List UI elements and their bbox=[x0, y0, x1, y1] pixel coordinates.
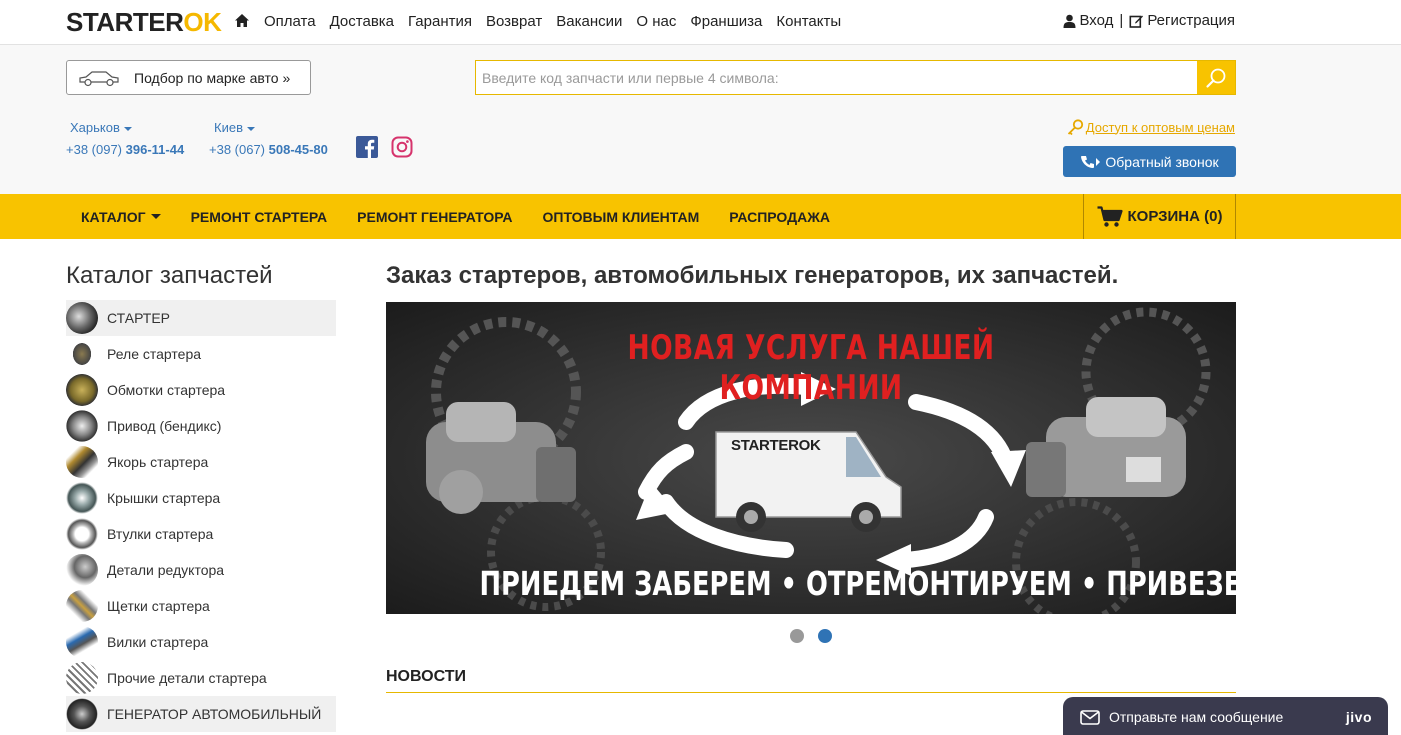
city-select-kyiv[interactable]: Киев bbox=[214, 120, 255, 135]
page-title: Заказ стартеров, автомобильных генератор… bbox=[386, 262, 1119, 289]
home-icon[interactable] bbox=[234, 13, 250, 29]
solenoid-thumbnail bbox=[66, 338, 98, 370]
auth-links: Вход | Регистрация bbox=[1063, 12, 1235, 29]
slider-dot-1[interactable] bbox=[790, 629, 804, 643]
catalog-item-covers[interactable]: Крышки стартера bbox=[66, 480, 336, 516]
catalog-item-bendix[interactable]: Привод (бендикс) bbox=[66, 408, 336, 444]
catalog-list: СТАРТЕР Реле стартера Обмотки стартера П… bbox=[66, 300, 336, 732]
wholesale-prices-link[interactable]: Доступ к оптовым ценам bbox=[1067, 119, 1235, 135]
chat-label: Отправьте нам сообщение bbox=[1109, 709, 1284, 725]
facebook-icon[interactable] bbox=[356, 136, 378, 158]
user-icon bbox=[1063, 14, 1076, 28]
phone-kharkiv[interactable]: +38 (097) 396-11-44 bbox=[66, 142, 184, 157]
nav-starter-repair[interactable]: РЕМОНТ СТАРТЕРА bbox=[176, 209, 343, 225]
promo-banner[interactable]: НОВАЯ УСЛУГА НАШЕЙ КОМПАНИИ STARTEROK ПР… bbox=[386, 302, 1236, 614]
nav-generator-repair[interactable]: РЕМОНТ ГЕНЕРАТОРА bbox=[342, 209, 527, 225]
cart-icon bbox=[1097, 205, 1123, 227]
envelope-icon bbox=[1080, 709, 1100, 725]
topnav-link-delivery[interactable]: Доставка bbox=[330, 13, 394, 30]
city-select-kharkiv[interactable]: Харьков bbox=[70, 120, 132, 135]
bendix-thumbnail bbox=[66, 410, 98, 442]
news-heading: НОВОСТИ bbox=[386, 668, 1236, 693]
register-link[interactable]: Регистрация bbox=[1147, 12, 1235, 29]
nav-catalog[interactable]: КАТАЛОГ bbox=[66, 209, 176, 225]
topnav-link-contacts[interactable]: Контакты bbox=[776, 13, 841, 30]
topnav-link-vacancies[interactable]: Вакансии bbox=[556, 13, 622, 30]
header: Подбор по марке авто » Харьков +38 (097)… bbox=[0, 45, 1401, 194]
generator-thumbnail bbox=[66, 698, 98, 730]
car-brand-picker-button[interactable]: Подбор по марке авто » bbox=[66, 60, 311, 95]
brushes-thumbnail bbox=[66, 590, 98, 622]
edit-icon bbox=[1129, 15, 1144, 28]
search-icon bbox=[1206, 68, 1226, 88]
catalog-item-generator[interactable]: ГЕНЕРАТОР АВТОМОБИЛЬНЫЙ bbox=[66, 696, 336, 732]
catalog-item-starter[interactable]: СТАРТЕР bbox=[66, 300, 336, 336]
topnav-link-franchise[interactable]: Франшиза bbox=[690, 13, 762, 30]
car-brand-picker-label: Подбор по марке авто » bbox=[134, 69, 291, 86]
main-nav: КАТАЛОГ РЕМОНТ СТАРТЕРА РЕМОНТ ГЕНЕРАТОР… bbox=[0, 194, 1401, 239]
top-bar: STARTER OK Оплата Доставка Гарантия Возвр… bbox=[0, 0, 1401, 45]
catalog-item-gearbox-parts[interactable]: Детали редуктора bbox=[66, 552, 336, 588]
banner-footer-text: ПРИЕДЕМ ЗАБЕРЕМ • ОТРЕМОНТИРУЕМ • ПРИВЕЗ… bbox=[479, 564, 1237, 603]
topnav-link-about[interactable]: О нас bbox=[636, 13, 676, 30]
caret-down-icon bbox=[150, 214, 161, 219]
auth-separator: | bbox=[1119, 12, 1124, 29]
starter-thumbnail bbox=[66, 302, 98, 334]
gearbox-parts-thumbnail bbox=[66, 554, 98, 586]
topnav-link-returns[interactable]: Возврат bbox=[486, 13, 542, 30]
banner-van-logo: STARTEROK bbox=[731, 437, 821, 454]
slider-dot-2[interactable] bbox=[818, 629, 832, 643]
catalog-item-brushes[interactable]: Щетки стартера bbox=[66, 588, 336, 624]
other-parts-thumbnail bbox=[66, 662, 98, 694]
car-icon bbox=[79, 70, 119, 86]
catalog-item-windings[interactable]: Обмотки стартера bbox=[66, 372, 336, 408]
key-icon bbox=[1067, 119, 1083, 135]
slider-dots bbox=[790, 629, 832, 643]
phone-icon bbox=[1081, 155, 1101, 168]
bushings-thumbnail bbox=[66, 518, 98, 550]
caret-down-icon bbox=[123, 126, 132, 131]
chat-widget[interactable]: Отправьте нам сообщение jivo bbox=[1063, 697, 1388, 735]
callback-button[interactable]: Обратный звонок bbox=[1063, 146, 1236, 177]
caret-down-icon bbox=[246, 126, 255, 131]
catalog-item-other-parts[interactable]: Прочие детали стартера bbox=[66, 660, 336, 696]
nav-sale[interactable]: РАСПРОДАЖА bbox=[714, 209, 845, 225]
covers-thumbnail bbox=[66, 482, 98, 514]
forks-thumbnail bbox=[66, 626, 98, 658]
top-nav: Оплата Доставка Гарантия Возврат Ваканси… bbox=[264, 13, 855, 30]
topnav-link-warranty[interactable]: Гарантия bbox=[408, 13, 472, 30]
catalog-item-forks[interactable]: Вилки стартера bbox=[66, 624, 336, 660]
cart-button[interactable]: КОРЗИНА (0) bbox=[1083, 194, 1236, 239]
armature-thumbnail bbox=[66, 446, 98, 478]
catalog-item-solenoid[interactable]: Реле стартера bbox=[66, 336, 336, 372]
phone-kyiv[interactable]: +38 (067) 508-45-80 bbox=[209, 142, 328, 157]
nav-wholesale[interactable]: ОПТОВЫМ КЛИЕНТАМ bbox=[528, 209, 715, 225]
login-link[interactable]: Вход bbox=[1079, 12, 1113, 29]
search-bar bbox=[475, 60, 1236, 95]
topnav-link-payment[interactable]: Оплата bbox=[264, 13, 316, 30]
part-search-input[interactable] bbox=[476, 61, 1197, 94]
search-button[interactable] bbox=[1197, 61, 1235, 94]
instagram-icon[interactable] bbox=[391, 136, 413, 158]
windings-thumbnail bbox=[66, 374, 98, 406]
site-logo[interactable]: STARTER OK bbox=[66, 7, 222, 37]
banner-headline: НОВАЯ УСЛУГА НАШЕЙ КОМПАНИИ bbox=[627, 328, 995, 408]
jivo-logo: jivo bbox=[1345, 709, 1372, 725]
catalog-item-bushings[interactable]: Втулки стартера bbox=[66, 516, 336, 552]
sidebar-title: Каталог запчастей bbox=[66, 262, 273, 289]
catalog-item-armature[interactable]: Якорь стартера bbox=[66, 444, 336, 480]
